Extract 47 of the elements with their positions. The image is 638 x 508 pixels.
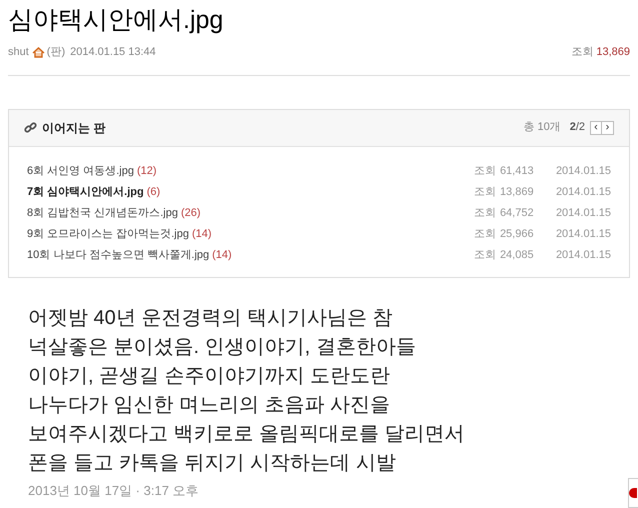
author-name[interactable]: shut: [8, 44, 29, 60]
comment-count: (26): [180, 206, 201, 221]
views-count: 61,413: [500, 164, 535, 179]
series-item-link[interactable]: 7회 심야택시안에서.jpg: [27, 184, 144, 200]
item-date: 2014.01.15: [556, 226, 611, 242]
comment-count: (14): [192, 226, 212, 242]
body-text-line: 나누다가 임신한 며느리의 초음파 사진을: [28, 392, 392, 418]
body-text-line: 이야기, 곧생길 손주이야기까지 도란도란: [28, 364, 392, 388]
views-count: 24,085: [500, 248, 535, 263]
comment-count: (14): [212, 248, 232, 263]
post-title: 심야택시안에서.jpg: [8, 5, 224, 36]
item-date: 2014.01.15: [556, 248, 611, 263]
views-label: 조회: [474, 248, 496, 263]
board-name: (판): [46, 45, 66, 60]
series-item-link[interactable]: 6회 서인영 여동생.jpg: [27, 162, 134, 180]
series-item-link[interactable]: 9회 오므라이스는 잡아먹는것.jpg: [27, 226, 189, 242]
body-text-line: 보여주시겠다고 백키로로 올림픽대로를 달리면서: [28, 422, 466, 446]
item-date: 2014.01.15: [556, 184, 611, 200]
post-timestamp: 2013년 10월 17일 · 3:17 오후: [28, 482, 199, 500]
comment-count: (12): [136, 164, 157, 179]
views-count: 13,869: [596, 45, 630, 60]
comment-count: (6): [146, 184, 160, 200]
home-icon: [32, 46, 45, 58]
next-button[interactable]: ›: [602, 120, 614, 134]
views-count: 25,966: [500, 226, 535, 242]
views-label: 조회: [474, 226, 496, 242]
body-text-line: 어젯밤 40년 운전경력의 택시기사님은 참: [28, 306, 394, 330]
views-label: 조회: [474, 164, 496, 179]
link-icon: [24, 121, 37, 134]
series-item-link[interactable]: 8회 김밥천국 신개념돈까스.jpg: [27, 204, 178, 222]
views-label: 조회: [474, 184, 496, 200]
current-page: 2: [570, 121, 576, 134]
item-date: 2014.01.15: [556, 164, 611, 179]
floating-widget[interactable]: [628, 478, 638, 508]
total-count: 총 10개: [523, 120, 561, 136]
views-count: 64,752: [500, 206, 535, 221]
series-title: 이어지는 판: [42, 120, 106, 136]
body-text-line: 넉살좋은 분이셨음. 인생이야기, 결혼한아들: [28, 334, 417, 360]
body-text-line: 폰을 들고 카톡을 뒤지기 시작하는데 시발: [28, 450, 397, 476]
total-pages: /2: [576, 121, 585, 134]
series-item-link[interactable]: 10회 나보다 점수높으면 빽사쭐게.jpg: [27, 246, 210, 264]
previous-button[interactable]: ‹: [590, 120, 602, 134]
item-date: 2014.01.15: [556, 206, 611, 221]
views-label: 조회: [474, 206, 496, 221]
views-label: 조회: [571, 45, 594, 60]
post-datetime: 2014.01.15 13:44: [70, 45, 156, 60]
views-count: 13,869: [500, 184, 535, 200]
